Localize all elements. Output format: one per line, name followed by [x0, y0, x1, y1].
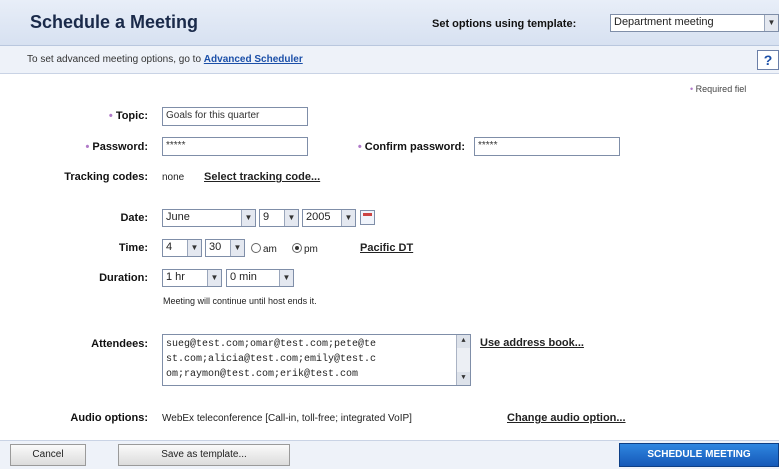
attendees-label: Attendees: [91, 338, 148, 350]
date-day-select[interactable]: 9 ▼ [259, 209, 299, 227]
chevron-down-icon: ▼ [187, 240, 201, 256]
page-title: Schedule a Meeting [30, 12, 199, 32]
attendees-line: om;raymon@test.com;erik@test.com [166, 369, 359, 380]
chevron-down-icon: ▼ [207, 270, 221, 286]
audio-options-label: Audio options: [70, 412, 148, 424]
required-star-icon: • [690, 84, 694, 94]
duration-hours-value: 1 hr [166, 271, 185, 283]
address-book-link[interactable]: Use address book... [480, 337, 584, 349]
required-star-icon: • [108, 110, 113, 122]
duration-minutes-value: 0 min [230, 271, 257, 283]
date-label: Date: [120, 212, 148, 224]
date-year-value: 2005 [306, 211, 331, 223]
password-label-text: Password: [92, 141, 148, 153]
attendees-line: sueg@test.com;omar@test.com;pete@te [166, 339, 377, 350]
select-tracking-code-link[interactable]: Select tracking code... [204, 171, 320, 183]
pm-option[interactable]: pm [292, 243, 318, 255]
topic-label: • Topic: [60, 110, 148, 122]
password-label: • Password: [40, 141, 148, 153]
advanced-options-label: To set advanced meeting options, go to [27, 54, 202, 65]
duration-minutes-select[interactable]: 0 min ▼ [226, 269, 294, 287]
timezone-link[interactable]: Pacific DT [360, 242, 413, 254]
time-hour-value: 4 [166, 241, 173, 253]
pm-label: pm [304, 244, 318, 255]
scroll-up-icon[interactable]: ▲ [457, 335, 470, 348]
date-month-value: June [166, 211, 190, 223]
required-note-text: Required fiel [695, 84, 747, 94]
help-button[interactable]: ? [757, 50, 779, 70]
audio-options-value: WebEx teleconference [Call-in, toll-free… [162, 413, 412, 424]
attendees-line: st.com;alicia@test.com;emily@test.c [166, 354, 377, 365]
chevron-down-icon: ▼ [230, 240, 244, 256]
pm-radio[interactable] [292, 243, 302, 253]
time-label: Time: [118, 242, 148, 254]
required-note: • Required fiel [690, 84, 746, 94]
tracking-codes-label: Tracking codes: [64, 171, 148, 183]
duration-hours-select[interactable]: 1 hr ▼ [162, 269, 222, 287]
topic-input[interactable]: Goals for this quarter [162, 107, 308, 126]
cancel-button[interactable]: Cancel [10, 444, 86, 466]
time-hour-select[interactable]: 4 ▼ [162, 239, 202, 257]
chevron-down-icon: ▼ [241, 210, 255, 226]
am-option[interactable]: am [251, 243, 277, 255]
template-label: Set options using template: [432, 18, 577, 30]
time-minute-select[interactable]: 30 ▼ [205, 239, 245, 257]
advanced-options-text: To set advanced meeting options, go to A… [27, 54, 303, 65]
advanced-options-bar: To set advanced meeting options, go to A… [0, 46, 779, 74]
required-star-icon: • [85, 141, 90, 153]
chevron-down-icon: ▼ [764, 15, 778, 31]
chevron-down-icon: ▼ [284, 210, 298, 226]
tracking-codes-value: none [162, 172, 185, 183]
confirm-password-label: • Confirm password: [325, 141, 465, 153]
change-audio-option-link[interactable]: Change audio option... [507, 412, 626, 424]
password-input[interactable]: ***** [162, 137, 308, 156]
save-as-template-button[interactable]: Save as template... [118, 444, 290, 466]
confirm-password-input[interactable]: ***** [474, 137, 620, 156]
page-header: Schedule a Meeting Set options using tem… [0, 0, 779, 46]
required-star-icon: • [357, 141, 362, 153]
duration-label: Duration: [99, 272, 148, 284]
time-minute-value: 30 [209, 241, 222, 253]
calendar-icon[interactable] [360, 210, 375, 225]
chevron-down-icon: ▼ [279, 270, 293, 286]
date-year-select[interactable]: 2005 ▼ [302, 209, 356, 227]
duration-note: Meeting will continue until host ends it… [163, 296, 317, 306]
chevron-down-icon: ▼ [341, 210, 355, 226]
template-select-value: Department meeting [614, 16, 714, 28]
scroll-down-icon[interactable]: ▼ [457, 372, 470, 385]
am-radio[interactable] [251, 243, 261, 253]
advanced-scheduler-link[interactable]: Advanced Scheduler [204, 54, 303, 65]
schedule-meeting-button[interactable]: SCHEDULE MEETING [619, 443, 779, 467]
am-label: am [263, 244, 277, 255]
topic-label-text: Topic: [115, 110, 148, 122]
template-select[interactable]: Department meeting ▼ [610, 14, 779, 32]
date-month-select[interactable]: June ▼ [162, 209, 256, 227]
date-day-value: 9 [263, 211, 270, 223]
confirm-password-label-text: Confirm password: [364, 141, 465, 153]
attendees-textarea[interactable]: sueg@test.com;omar@test.com;pete@te st.c… [162, 334, 471, 386]
attendees-scrollbar[interactable]: ▲ ▼ [456, 335, 470, 385]
